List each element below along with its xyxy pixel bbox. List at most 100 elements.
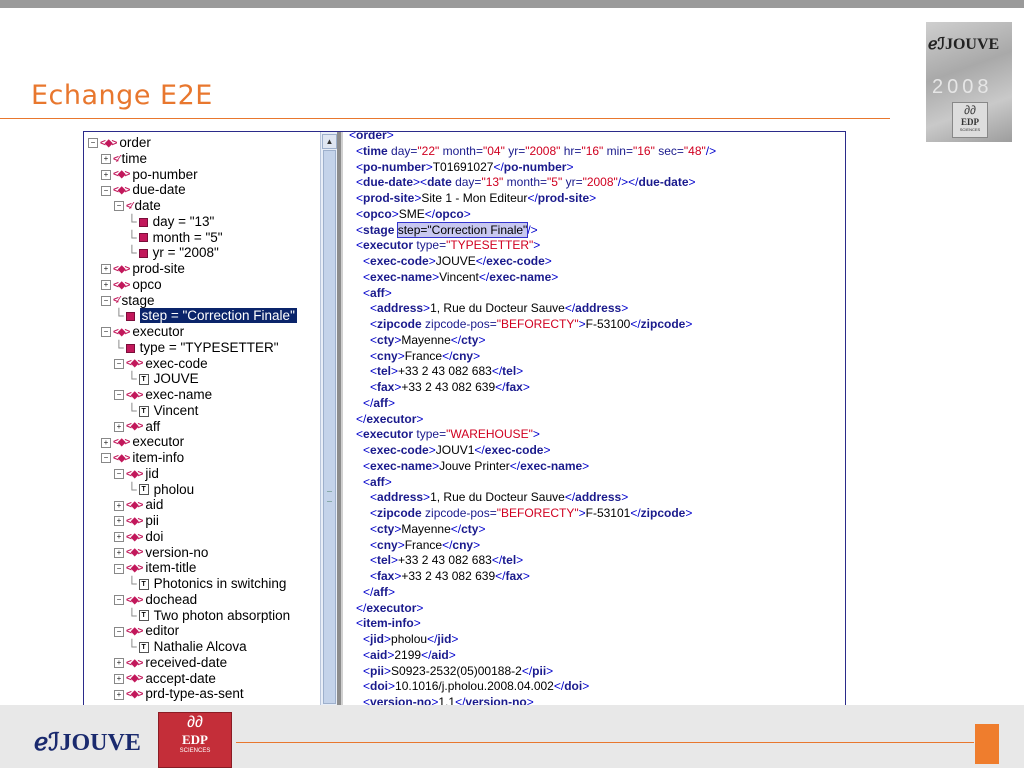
- tree-scrollbar[interactable]: ▲: [320, 132, 337, 707]
- collapse-icon[interactable]: −: [114, 358, 124, 369]
- xml-line[interactable]: <jid>pholou</jid>: [363, 632, 458, 648]
- expand-icon[interactable]: +: [114, 516, 124, 527]
- expand-icon[interactable]: +: [101, 437, 111, 448]
- tree-node[interactable]: └ T Vincent: [127, 403, 198, 418]
- tree-node[interactable]: − <◆> dochead: [114, 592, 197, 607]
- xml-line[interactable]: <fax>+33 2 43 082 639</fax>: [370, 380, 530, 396]
- tree-node[interactable]: − <⁄ stage: [101, 293, 155, 308]
- tree-node[interactable]: + <◆> executor: [101, 434, 184, 449]
- xml-line[interactable]: <executor type="WAREHOUSE">: [356, 427, 540, 443]
- xml-line[interactable]: <cty>Mayenne</cty>: [370, 333, 485, 349]
- xml-line[interactable]: <time day="22" month="04" yr="2008" hr="…: [356, 144, 716, 160]
- tree-node[interactable]: └ step = "Correction Finale": [114, 308, 297, 324]
- collapse-icon[interactable]: −: [101, 327, 111, 338]
- expand-icon[interactable]: +: [101, 264, 111, 275]
- tree-node[interactable]: └ T Nathalie Alcova: [127, 639, 247, 654]
- tree-node[interactable]: − <◆> executor: [101, 324, 184, 339]
- tree-node[interactable]: └ T JOUVE: [127, 371, 199, 386]
- xml-line[interactable]: <exec-name>Jouve Printer</exec-name>: [363, 459, 589, 475]
- expand-icon[interactable]: +: [114, 547, 124, 558]
- xml-line[interactable]: <exec-name>Vincent</exec-name>: [363, 270, 558, 286]
- tree-node[interactable]: − <◆> item-title: [114, 560, 196, 575]
- xml-line[interactable]: </aff>: [363, 396, 395, 412]
- xml-line[interactable]: <prod-site>Site 1 - Mon Editeur</prod-si…: [356, 191, 596, 207]
- collapse-icon[interactable]: −: [114, 201, 124, 212]
- xml-line[interactable]: <aff>: [363, 475, 392, 491]
- tree-node[interactable]: └ T Photonics in switching: [127, 576, 286, 591]
- xml-line[interactable]: <fax>+33 2 43 082 639</fax>: [370, 569, 530, 585]
- xml-line[interactable]: </aff>: [363, 585, 395, 601]
- collapse-icon[interactable]: −: [101, 185, 111, 196]
- scroll-thumb[interactable]: [323, 150, 336, 704]
- tree-node[interactable]: + <◆> version-no: [114, 545, 208, 560]
- tree-node[interactable]: − <◆> editor: [114, 623, 179, 638]
- tree-node[interactable]: + <◆> aid: [114, 497, 163, 512]
- xml-line[interactable]: <address>1, Rue du Docteur Sauve</addres…: [370, 301, 628, 317]
- xml-line[interactable]: <item-info>: [356, 616, 421, 632]
- expand-icon[interactable]: +: [101, 280, 111, 291]
- tree-node[interactable]: − <◆> exec-code: [114, 356, 208, 371]
- expand-icon[interactable]: +: [114, 421, 124, 432]
- xml-line[interactable]: </executor>: [356, 412, 423, 428]
- xml-line[interactable]: <tel>+33 2 43 082 683</tel>: [370, 553, 523, 569]
- collapse-icon[interactable]: −: [88, 138, 98, 149]
- tree-node[interactable]: └ yr = "2008": [127, 245, 219, 260]
- collapse-icon[interactable]: −: [114, 595, 124, 606]
- xml-line[interactable]: <order>: [349, 132, 394, 144]
- tree-node[interactable]: − <⁄ date: [114, 198, 161, 213]
- xml-line[interactable]: <due-date><date day="13" month="5" yr="2…: [356, 175, 696, 191]
- xml-tree-panel[interactable]: − <◆> order + <⁄ time + <◆> po-number − <◆> due-dat…: [84, 132, 320, 707]
- xml-line[interactable]: <po-number>T01691027</po-number>: [356, 160, 573, 176]
- xml-line[interactable]: <opco>SME</opco>: [356, 207, 471, 223]
- xml-line[interactable]: <aid>2199</aid>: [363, 648, 456, 664]
- tree-node[interactable]: └ Tpholou: [127, 482, 194, 497]
- tree-node[interactable]: + <◆> prd-type-as-sent: [114, 686, 244, 701]
- expand-icon[interactable]: +: [114, 500, 124, 511]
- tree-node[interactable]: + <◆> prod-site: [101, 261, 185, 276]
- tree-node[interactable]: − <◆> due-date: [101, 182, 186, 197]
- tree-node[interactable]: + <◆> aff: [114, 419, 160, 434]
- xml-line[interactable]: <cty>Mayenne</cty>: [370, 522, 485, 538]
- xml-line[interactable]: <exec-code>JOUV1</exec-code>: [363, 443, 550, 459]
- collapse-icon[interactable]: −: [114, 469, 124, 480]
- expand-icon[interactable]: +: [101, 154, 111, 165]
- xml-source-panel[interactable]: <order> <time day="22" month="04" yr="200…: [343, 132, 845, 707]
- tree-node[interactable]: + <◆> received-date: [114, 655, 227, 670]
- tree-node[interactable]: └ T Two photon absorption: [127, 608, 290, 623]
- xml-line[interactable]: <tel>+33 2 43 082 683</tel>: [370, 364, 523, 380]
- expand-icon[interactable]: +: [101, 169, 111, 180]
- collapse-icon[interactable]: −: [114, 563, 124, 574]
- tree-node[interactable]: + <◆> po-number: [101, 167, 198, 182]
- expand-icon[interactable]: +: [114, 689, 124, 700]
- tree-node[interactable]: + <◆> pii: [114, 513, 159, 528]
- tree-node[interactable]: − <◆> item-info: [101, 450, 184, 465]
- scroll-up-arrow-icon[interactable]: ▲: [322, 134, 337, 149]
- collapse-icon[interactable]: −: [101, 295, 111, 306]
- xml-line[interactable]: <aff>: [363, 286, 392, 302]
- collapse-icon[interactable]: −: [101, 453, 111, 464]
- xml-line[interactable]: <zipcode zipcode-pos="BEFORECTY">F-53101…: [370, 506, 692, 522]
- xml-line[interactable]: <exec-code>JOUVE</exec-code>: [363, 254, 552, 270]
- xml-line[interactable]: <cny>France</cny>: [370, 538, 480, 554]
- tree-node[interactable]: └ type = "TYPESETTER": [114, 340, 279, 355]
- tree-node[interactable]: + <◆> opco: [101, 277, 162, 292]
- xml-line[interactable]: </executor>: [356, 601, 423, 617]
- xml-line[interactable]: <address>1, Rue du Docteur Sauve</addres…: [370, 490, 628, 506]
- xml-line[interactable]: <doi>10.1016/j.pholou.2008.04.002</doi>: [363, 679, 589, 695]
- tree-node[interactable]: + <◆> accept-date: [114, 671, 216, 686]
- expand-icon[interactable]: +: [114, 658, 124, 669]
- tree-node[interactable]: + <⁄ time: [101, 151, 147, 166]
- tree-node[interactable]: └ day = "13": [127, 214, 214, 229]
- xml-line[interactable]: <zipcode zipcode-pos="BEFORECTY">F-53100…: [370, 317, 692, 333]
- expand-icon[interactable]: +: [114, 532, 124, 543]
- tree-node[interactable]: − <◆> exec-name: [114, 387, 212, 402]
- expand-icon[interactable]: +: [114, 673, 124, 684]
- xml-line[interactable]: <executor type="TYPESETTER">: [356, 238, 540, 254]
- collapse-icon[interactable]: −: [114, 626, 124, 637]
- xml-line[interactable]: <stage step="Correction Finale"/>: [356, 221, 538, 239]
- tree-node[interactable]: − <◆> order: [88, 135, 151, 150]
- tree-node[interactable]: + <◆> doi: [114, 529, 163, 544]
- tree-node[interactable]: └ month = "5": [127, 230, 223, 245]
- xml-line[interactable]: <pii>S0923-2532(05)00188-2</pii>: [363, 664, 553, 680]
- xml-line[interactable]: <cny>France</cny>: [370, 349, 480, 365]
